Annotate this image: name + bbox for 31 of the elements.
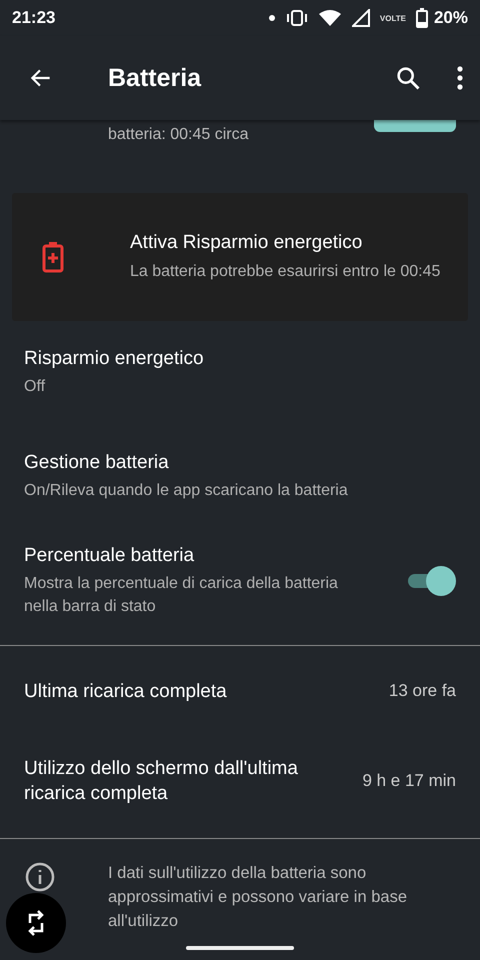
setting-row[interactable]: Gestione batteria On/Rileva quando le app scaricano la batteria — [0, 425, 480, 529]
signal-icon — [352, 9, 370, 27]
setting-summary: On/Rileva quando le app scaricano la batteria — [24, 481, 349, 501]
rotate-icon — [26, 909, 46, 937]
vibrate-icon — [286, 10, 308, 26]
screen-title: Batteria — [108, 64, 202, 92]
battery-plus-icon — [42, 241, 64, 273]
notification-dot-icon — [268, 14, 276, 22]
wifi-icon — [318, 9, 342, 27]
setting-summary: Mostra la percentuale di carica della batteria nella barra di stato — [24, 574, 339, 616]
card-title: Attiva Risparmio energetico — [130, 232, 364, 254]
setting-row[interactable]: Percentuale batteria Mostra la percentuale di carica della batteria nella barra di stato — [0, 529, 480, 633]
setting-title: Gestione batteria — [24, 452, 170, 474]
card-subtitle: La batteria potrebbe esaurirsi entro le 00:45 — [130, 262, 440, 282]
stat-value: 9 h e 17 min — [362, 771, 456, 791]
network-label: VOLTE — [380, 14, 406, 22]
more-options-icon[interactable] — [456, 65, 464, 91]
setting-title: Risparmio energetico — [24, 348, 205, 370]
estimate-text: batteria: 00:45 circa — [108, 126, 250, 144]
clock-time: 21:23 — [12, 8, 56, 28]
battery-saver-card[interactable]: Attiva Risparmio energetico La batteria potrebbe esaurirsi entro le 00:45 — [12, 193, 468, 321]
setting-title: Percentuale batteria — [24, 544, 196, 566]
footer-note: I dati sull'utilizzo della batteria sono approssimativi e possono variare in base all'utilizzo — [108, 863, 408, 932]
stat-label: Utilizzo dello schermo dall'ultima ricarica completa — [24, 757, 299, 806]
stat-value: 13 ore fa — [388, 681, 456, 701]
info-icon — [24, 861, 56, 893]
setting-summary: Off — [24, 377, 46, 397]
setting-row[interactable]: Risparmio energetico Off — [0, 321, 480, 425]
battery-percent: 20% — [434, 8, 468, 28]
battery-icon — [416, 8, 428, 28]
stat-label: Ultima ricarica completa — [24, 680, 228, 704]
